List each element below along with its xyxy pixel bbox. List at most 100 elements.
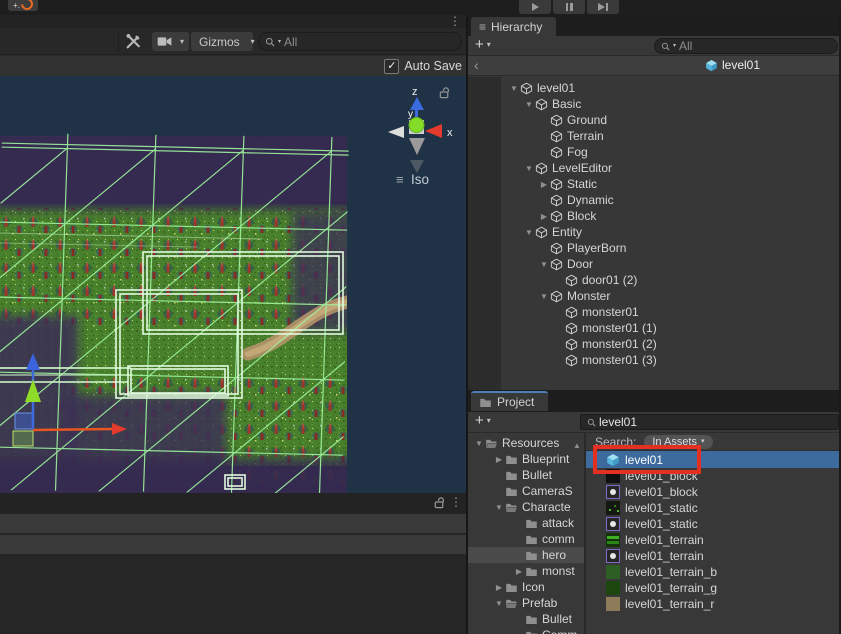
bottom-panel-row[interactable] — [0, 514, 466, 533]
breadcrumb[interactable]: level01 — [705, 58, 760, 72]
kebab-menu-icon[interactable]: ⋮ — [449, 15, 461, 28]
hierarchy-item-level01[interactable]: ▼level01 — [468, 80, 841, 96]
hierarchy-item-monster01-1[interactable]: monster01 (1) — [468, 320, 841, 336]
search-scope-label: Search: — [595, 435, 636, 449]
collapse-arrow-icon[interactable]: ▼ — [538, 260, 550, 269]
hierarchy-item-monster01-2[interactable]: monster01 (2) — [468, 336, 841, 352]
folder-item-monst[interactable]: ▶ monst — [468, 563, 584, 579]
result-item-level01-block[interactable]: level01_block — [586, 468, 841, 484]
hierarchy-item-ground[interactable]: Ground — [468, 112, 841, 128]
hierarchy-item-fog[interactable]: Fog — [468, 144, 841, 160]
chevron-down-icon: ▾ — [487, 416, 491, 426]
project-search-field[interactable] — [580, 414, 839, 430]
result-item-level01-static[interactable]: level01_static — [586, 500, 841, 516]
project-folder-tree: ▼Resources▶BlueprintBulletCameraS▼Charac… — [468, 433, 584, 634]
hierarchy-item-block[interactable]: ▶Block — [468, 208, 841, 224]
folder-item-attack[interactable]: attack — [468, 515, 584, 531]
folder-item-comm[interactable]: comm — [468, 531, 584, 547]
folder-item-resources[interactable]: ▼Resources — [468, 435, 584, 451]
folder-item-blueprint[interactable]: ▶Blueprint — [468, 451, 584, 467]
gameobject-cube-icon — [550, 290, 563, 303]
folder-item-comm[interactable]: Comm — [468, 627, 584, 634]
project-search-input[interactable] — [599, 415, 832, 429]
hierarchy-item-entity[interactable]: ▼ Entity — [468, 224, 841, 240]
result-item-label: level01_terrain_r — [625, 597, 714, 611]
expand-arrow-icon[interactable]: ▶ — [513, 567, 525, 576]
hierarchy-item-static[interactable]: ▶Static — [468, 176, 841, 192]
scene-search-field[interactable]: ▾ — [258, 32, 462, 51]
search-scope-dropdown[interactable]: In Assets ▾ — [644, 435, 712, 449]
hierarchy-list-icon: ≡ — [479, 20, 486, 34]
scene-camera-button[interactable]: ▾ — [152, 32, 189, 51]
auto-save-checkbox[interactable]: ✓ — [384, 59, 399, 74]
create-asset-button[interactable]: + ▾ — [475, 413, 491, 429]
hierarchy-item-basic[interactable]: ▼Basic — [468, 96, 841, 112]
collapse-arrow-icon[interactable]: ▼ — [493, 503, 505, 512]
kebab-menu-icon[interactable]: ⋮ — [450, 496, 462, 509]
swatch-b-thumbnail-icon — [606, 565, 620, 579]
folder-item-label: Prefab — [522, 596, 557, 610]
folder-item-hero[interactable]: hero — [468, 547, 584, 563]
result-item-level01-terrain-r[interactable]: level01_terrain_r — [586, 596, 841, 612]
folder-item-icon[interactable]: ▶Icon — [468, 579, 584, 595]
gizmo-plane-xz[interactable] — [15, 413, 33, 429]
result-item-level01-terrain-g[interactable]: level01_terrain_g — [586, 580, 841, 596]
collapse-arrow-icon[interactable]: ▼ — [508, 84, 520, 93]
folder-item-bullet[interactable]: Bullet — [468, 611, 584, 627]
hierarchy-item-monster01[interactable]: monster01 — [468, 304, 841, 320]
tools-icon[interactable] — [125, 33, 142, 50]
hierarchy-item-terrain[interactable]: Terrain — [468, 128, 841, 144]
scroll-up-icon[interactable]: ▲ — [573, 441, 581, 450]
folder-item-bullet[interactable]: Bullet — [468, 467, 584, 483]
result-item-level01-block[interactable]: level01_block — [586, 484, 841, 500]
hierarchy-item-playerborn[interactable]: PlayerBorn — [468, 240, 841, 256]
collapse-arrow-icon[interactable]: ▼ — [473, 439, 485, 448]
hierarchy-item-door01-2[interactable]: door01 (2) — [468, 272, 841, 288]
expand-arrow-icon[interactable]: ▶ — [493, 583, 505, 592]
collapse-arrow-icon[interactable]: ▼ — [493, 599, 505, 608]
result-item-level01[interactable]: level01 — [586, 451, 841, 468]
collapse-arrow-icon[interactable]: ▼ — [523, 100, 535, 109]
play-button[interactable] — [519, 0, 551, 14]
hierarchy-item-leveleditor[interactable]: ▼LevelEditor — [468, 160, 841, 176]
pause-button[interactable] — [553, 0, 585, 14]
projection-label[interactable]: Iso — [411, 172, 429, 187]
result-item-level01-terrain[interactable]: level01_terrain — [586, 532, 841, 548]
result-item-level01-terrain[interactable]: level01_terrain — [586, 548, 841, 564]
result-item-level01-terrain-b[interactable]: level01_terrain_b — [586, 564, 841, 580]
tab-project[interactable]: Project — [471, 391, 548, 411]
folder-item-label: monst — [542, 564, 575, 578]
folder-item-cameras[interactable]: CameraS — [468, 483, 584, 499]
hierarchy-item-label: Entity — [552, 225, 582, 239]
gizmo-x-axis[interactable] — [33, 429, 112, 430]
folder-item-characte[interactable]: ▼Characte — [468, 499, 584, 515]
folder-scrollbar[interactable]: ▲ — [571, 435, 583, 632]
toolbar-orange-tool-button[interactable]: +. — [8, 0, 38, 11]
expand-arrow-icon[interactable]: ▶ — [493, 455, 505, 464]
scene-search-input[interactable] — [284, 35, 455, 49]
hierarchy-search-input[interactable] — [679, 39, 831, 53]
collapse-arrow-icon[interactable]: ▼ — [523, 228, 535, 237]
scene-viewport[interactable]: z y x ≡ Iso — [0, 76, 466, 493]
search-results-pane: Search: In Assets ▾ level01level01_block… — [586, 433, 841, 634]
hierarchy-item-monster01-3[interactable]: monster01 (3) — [468, 352, 841, 368]
tab-hierarchy[interactable]: ≡ Hierarchy — [471, 17, 556, 36]
collapse-arrow-icon[interactable]: ▼ — [523, 164, 535, 173]
expand-arrow-icon[interactable]: ▶ — [538, 212, 550, 221]
gameobject-cube-icon — [550, 146, 563, 159]
gizmo-plane-xy[interactable] — [13, 431, 33, 446]
bottom-panel-row[interactable] — [0, 535, 466, 554]
expand-arrow-icon[interactable]: ▶ — [538, 180, 550, 189]
hierarchy-search-field[interactable]: ▾ — [654, 38, 838, 54]
hierarchy-item-dynamic[interactable]: Dynamic — [468, 192, 841, 208]
step-button[interactable] — [587, 0, 619, 14]
lock-open-icon[interactable] — [433, 496, 446, 509]
back-arrow-icon[interactable]: ‹ — [474, 57, 479, 73]
gizmos-dropdown[interactable]: Gizmos ▾ — [191, 32, 253, 51]
hierarchy-item-door[interactable]: ▼Door — [468, 256, 841, 272]
collapse-arrow-icon[interactable]: ▼ — [538, 292, 550, 301]
hierarchy-item-monster[interactable]: ▼Monster — [468, 288, 841, 304]
result-item-level01-static[interactable]: level01_static — [586, 516, 841, 532]
create-object-button[interactable]: + ▾ — [475, 37, 491, 53]
folder-item-prefab[interactable]: ▼ Prefab — [468, 595, 584, 611]
